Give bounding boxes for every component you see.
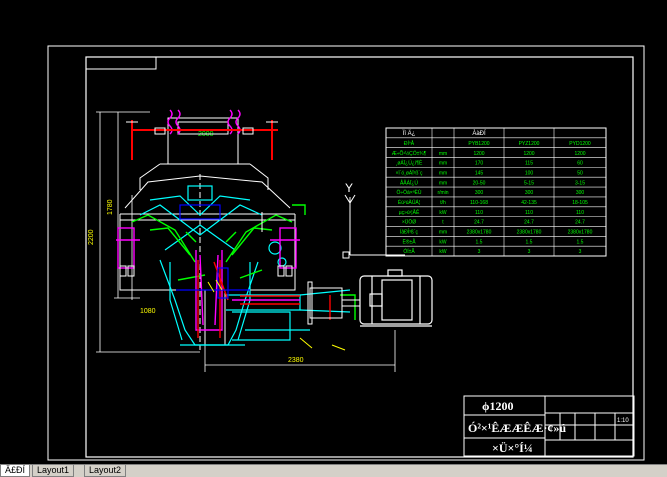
spec-table-cell: 110 [576,210,584,216]
spec-table-cell: 3 [579,249,582,255]
layout-tab-bar: Ä£ÐÍ Layout1 Layout2 [0,464,667,477]
spec-table-cell: PYB1200 [468,141,489,147]
spec-table-cell: 18-105 [572,200,588,206]
spec-table-cell: 2380x1780 [517,230,542,236]
spec-table-cell: 110-168 [470,200,488,206]
spec-table-cell: 42-135 [521,200,537,206]
spec-table-cell: 300 [525,190,534,196]
spec-table-cell: 5-15 [524,180,534,186]
drawing-scale: 1:10 [617,418,629,424]
dim-base-note: 1080 [140,308,156,315]
spec-table-cell: mm [439,151,447,157]
spec-table-cell: mm [439,230,447,236]
spec-table-cell: 1.5 [577,239,584,245]
spec-table-cell: ¸øÁÏ¿Ú¿í¶È [396,160,423,167]
spec-table-cell: kW [439,249,447,255]
spec-table-cell: 170 [475,161,484,167]
spec-table-cell: 2380x1780 [467,230,492,236]
spec-table-cell: 3-15 [575,180,585,186]
ucs-y-label: Y [345,181,353,195]
spec-table-cell: t [442,220,444,226]
spec-table-cell: 1.5 [526,239,533,245]
spec-table-cell: ÍâÐÎ³ß´ç [400,229,419,236]
spec-table-cell: ÓÍ±Ã [403,248,415,255]
cad-model-space[interactable]: 2200 1780 2380 1080 2000 Y Ïî Ä¿ ÀàÐÍÐÍº… [0,0,667,464]
spec-table-cell: t/h [440,200,446,206]
spec-table-cell: 50 [577,170,583,176]
spec-table-cell: ×î´ó¸øÁÏ³ß´ç [395,169,423,176]
spec-table-cell: 24.7 [474,220,484,226]
spec-table-cell: mm [439,180,447,186]
layout-tab-0[interactable]: Ä£ÐÍ [0,465,31,477]
dim-main-width: 2380 [288,357,304,364]
spec-table-cell: 60 [577,161,583,167]
spec-table-cell: PYD1200 [569,141,591,147]
crusher-assembly-drawing[interactable] [116,109,433,351]
spec-table-cell: Ö÷Öá×ªËÙ [396,189,421,196]
spec-table-cell: ×ÜÖØ [402,219,416,226]
drive-motor [359,269,433,327]
spec-table-cell: PYZ1200 [519,141,540,147]
spec-table-cell: 300 [475,190,484,196]
spec-table-cell: ÅÅÁÏ¿Ú [400,179,418,186]
dim-overall-height: 2200 [88,229,95,245]
spec-table-cell: Æ÷Õ¹½ÇÖ±¾¶ [392,150,427,157]
drawing-title-type: ×Ü×°Í¼ [492,441,533,455]
spec-table-cell: 3 [478,249,481,255]
spec-table-cell: Ë®±Ã [402,238,416,245]
spec-table-cell: 145 [475,170,484,176]
spec-table-cell: ÐÍºÅ [404,140,415,147]
spec-table-cell: r/min [437,190,448,196]
spec-table-cell: mm [439,161,447,167]
spec-table-cell: 3 [528,249,531,255]
dim-main-height: 1780 [107,199,114,215]
spec-table: Ïî Ä¿ ÀàÐÍ ÐÍºÅ PYB1200 PYZ1200 PYD1200 Æ÷Õ¹½Ç… [385,127,607,257]
spec-table-cell: 24.7 [575,220,585,226]
spec-table-cell: 115 [525,161,533,167]
spec-table-header-cell: ÀàÐÍ [472,130,486,137]
layout-tab-2[interactable]: Layout2 [84,465,127,477]
spec-table-header-cell: Ïî Ä¿ [403,130,416,137]
inner-frame [85,56,634,458]
upper-left-label-box [85,56,157,70]
outer-border [47,45,645,461]
spec-table-cell: 24.7 [524,220,534,226]
spec-table-cell: 2380x1780 [568,230,593,236]
drawing-title-name: Ó²×¹ÊÆÆÊÆ·¢»ú [468,421,566,435]
spec-table-cell: 1200 [523,151,534,157]
spec-table-cell: 1200 [473,151,484,157]
spec-table-cell: 20-50 [473,180,486,186]
layout-tab-1[interactable]: Layout1 [32,465,75,477]
spec-table-cell: kW [439,239,447,245]
spec-table-cell: µç»ú¹¦ÂÊ [399,208,420,216]
spec-table-cell: 300 [576,190,585,196]
spec-table-cell: 1200 [574,151,585,157]
drawing-title-size: ϕ1200 [482,399,514,413]
spec-table-cell: Éú²úÄÜÁ¦ [398,199,420,206]
spec-table-cell: 1.5 [476,239,483,245]
spec-table-cell: kW [439,210,447,216]
spec-table-cell: mm [439,170,447,176]
spec-table-cell: 110 [525,210,533,216]
spec-table-cell: 110 [475,210,483,216]
spec-table-cell: 100 [525,170,534,176]
